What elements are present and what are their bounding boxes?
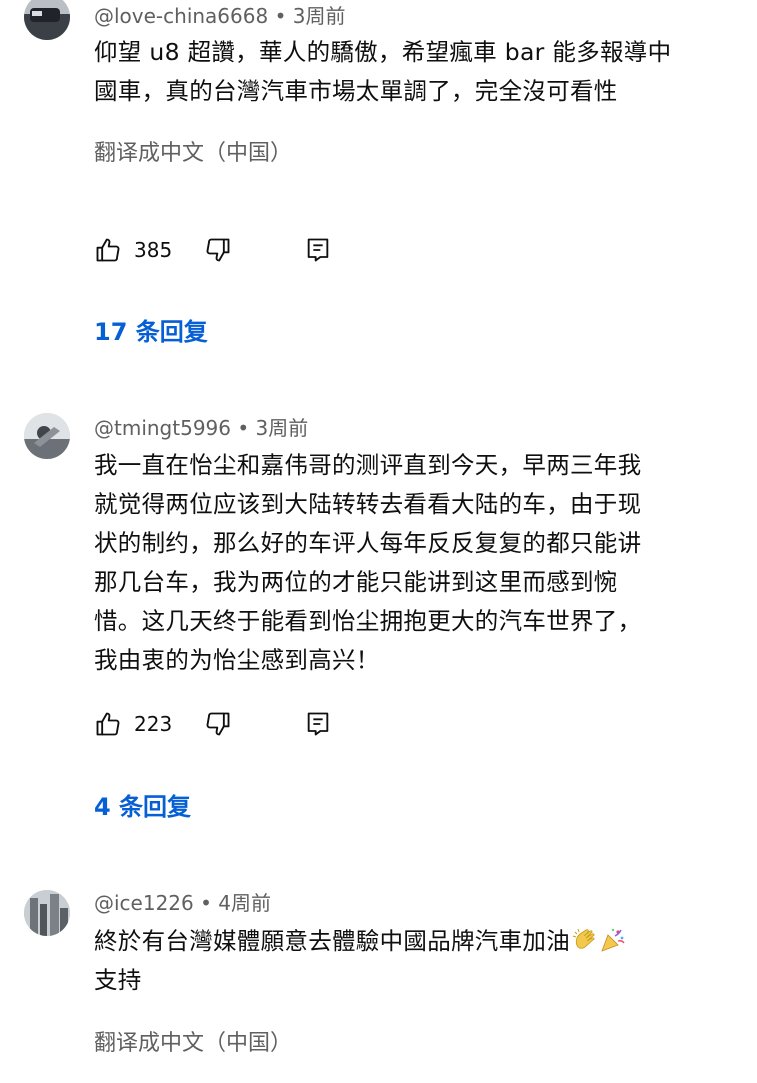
thumbs-up-icon[interactable] xyxy=(94,710,122,738)
comment-author[interactable]: @tmingt5996 xyxy=(94,416,231,440)
comment-line: 那几台车，我为两位的才能只能讲到这里而感到惋 xyxy=(94,568,618,596)
comment-actions: 223 xyxy=(94,704,394,744)
view-replies-button[interactable]: 17 条回复 xyxy=(94,315,208,349)
comment-line: 國車，真的台灣汽車市場太單調了，完全沒可看性 xyxy=(94,77,618,105)
thumbs-down-icon[interactable] xyxy=(204,236,232,264)
comment-line: 支持 xyxy=(94,966,142,994)
comment-meta: @tmingt5996 • 3周前 xyxy=(94,414,308,442)
comment-line: 就觉得两位应该到大陆转转去看看大陆的车，由于现 xyxy=(94,490,642,518)
comment-line: 終於有台灣媒體願意去體驗中國品牌汽車加油 xyxy=(94,927,570,955)
view-replies-button[interactable]: 4 条回复 xyxy=(94,790,191,824)
comment-text: 仰望 u8 超讚，華人的驕傲，希望瘋車 bar 能多報導中 國車，真的台灣汽車市… xyxy=(94,33,744,111)
thumbs-up-icon[interactable] xyxy=(94,236,122,264)
avatar[interactable] xyxy=(24,413,70,459)
separator-dot: • xyxy=(231,416,256,440)
separator-dot: • xyxy=(268,4,293,28)
comment-actions: 385 xyxy=(94,230,394,270)
translate-link[interactable]: 翻译成中文（中国） xyxy=(94,139,292,169)
comment-line: 我一直在怡尘和嘉伟哥的测评直到今天，早两三年我 xyxy=(94,451,642,479)
clapping-hands-icon xyxy=(572,928,595,949)
comment-author[interactable]: @ice1226 xyxy=(94,891,194,915)
separator-dot: • xyxy=(193,891,219,915)
avatar[interactable] xyxy=(24,890,70,936)
reply-icon[interactable] xyxy=(304,236,332,264)
comment-author[interactable]: @love-china6668 xyxy=(94,4,268,28)
comment-line: 惜。这几天终于能看到怡尘拥抱更大的汽车世界了， xyxy=(94,607,642,635)
like-count: 385 xyxy=(134,238,173,262)
comment-line: 仰望 u8 超讚，華人的驕傲，希望瘋車 bar 能多報導中 xyxy=(94,38,672,66)
translate-link[interactable]: 翻译成中文（中国） xyxy=(94,1029,292,1059)
avatar[interactable] xyxy=(24,0,70,40)
reply-icon[interactable] xyxy=(304,710,332,738)
comment-line: 状的制约，那么好的车评人每年反反复复的都只能讲 xyxy=(94,529,642,557)
comment-meta: @ice1226 • 4周前 xyxy=(94,889,271,917)
like-count: 223 xyxy=(134,712,173,736)
comment-time[interactable]: 4周前 xyxy=(218,891,271,915)
comment-line: 我由衷的为怡尘感到高兴！ xyxy=(94,646,380,674)
comment-time[interactable]: 3周前 xyxy=(293,4,346,28)
comment-text: 終於有台灣媒體願意去體驗中國品牌汽車加油 支持 xyxy=(94,922,744,1000)
party-popper-icon xyxy=(601,928,625,952)
comment-text: 我一直在怡尘和嘉伟哥的测评直到今天，早两三年我 就觉得两位应该到大陆转转去看看大… xyxy=(94,446,744,680)
comment-meta: @love-china6668 • 3周前 xyxy=(94,2,345,30)
thumbs-down-icon[interactable] xyxy=(204,710,232,738)
comment-time[interactable]: 3周前 xyxy=(256,416,309,440)
